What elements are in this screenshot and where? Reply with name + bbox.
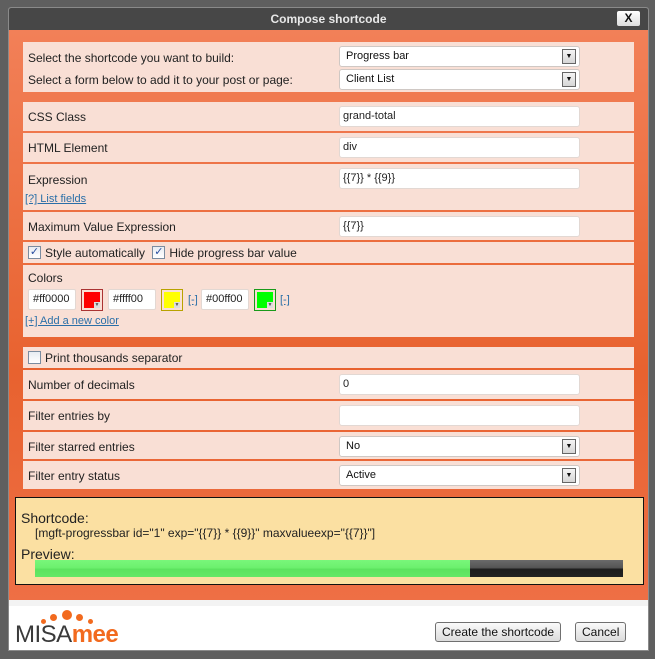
chevron-down-icon[interactable]: ▼ (562, 468, 576, 483)
chevron-down-icon[interactable]: ▼ (562, 49, 576, 64)
shortcode-text: [mgft-progressbar id="1" exp="{{7}} * {{… (35, 526, 376, 540)
cancel-button[interactable]: Cancel (575, 622, 627, 642)
decimals-input[interactable]: 0 (339, 374, 580, 395)
dialog-body: Select the shortcode you want to build: … (9, 30, 648, 600)
max-value-expression-label: Maximum Value Expression (28, 220, 176, 234)
hide-value-checkbox[interactable]: ✓ (152, 246, 166, 260)
expression-row: Expression {{7}} * {{9}} [?] List fields (23, 164, 634, 210)
create-shortcode-button[interactable]: Create the shortcode (435, 622, 562, 642)
shortcode-output-box: Shortcode: [mgft-progressbar id="1" exp=… (15, 497, 644, 585)
filter-starred-select[interactable]: No ▼ (339, 436, 580, 457)
remove-color-3-link[interactable]: [-] (280, 294, 290, 306)
form-select-label: Select a form below to add it to your po… (28, 73, 293, 87)
hide-value-label: Hide progress bar value (169, 245, 297, 260)
color-input-2[interactable]: #ffff00 (108, 289, 156, 310)
filter-starred-value: No (346, 440, 361, 452)
shortcode-select-value: Progress bar (346, 50, 409, 62)
chevron-down-icon[interactable]: ▼ (562, 72, 576, 87)
color-picker-2[interactable]: ▼ (161, 289, 183, 311)
html-element-label: HTML Element (28, 141, 108, 155)
close-button[interactable]: X (617, 11, 640, 26)
filter-status-label: Filter entry status (28, 469, 121, 483)
shortcode-select-label: Select the shortcode you want to build: (28, 51, 235, 65)
filter-status-row: Filter entry status Active ▼ (23, 461, 634, 489)
add-color-link[interactable]: [+] Add a new color (25, 315, 119, 327)
thousands-separator-checkbox[interactable] (28, 351, 41, 365)
logo-text-part2: mee (71, 621, 119, 648)
style-automatically-label: Style automatically (45, 245, 146, 260)
color-picker-1[interactable]: ▼ (81, 289, 103, 311)
thousands-separator: Print thousands separator (28, 350, 186, 365)
dialog-title: Compose shortcode (270, 12, 387, 26)
html-element-input[interactable]: div (339, 137, 580, 158)
filter-entries-label: Filter entries by (28, 409, 111, 423)
thousands-separator-label: Print thousands separator (45, 350, 183, 365)
css-class-input[interactable]: grand-total (339, 106, 580, 127)
style-options-row: ✓ Style automatically ✓ Hide progress bar … (23, 242, 634, 263)
compose-shortcode-dialog: Compose shortcode X Select the shortcode… (8, 7, 649, 651)
close-icon: X (624, 11, 633, 25)
style-automatically-checkbox[interactable]: ✓ (28, 246, 41, 260)
selectors-panel: Select the shortcode you want to build: … (23, 42, 634, 92)
dialog-titlebar: Compose shortcode X (9, 8, 648, 30)
css-class-label: CSS Class (28, 110, 87, 124)
color-picker-3[interactable]: ▼ (254, 289, 276, 311)
form-select-value: Client List (346, 73, 395, 85)
filter-status-select[interactable]: Active ▼ (339, 465, 580, 486)
thousands-separator-row: Print thousands separator (23, 347, 634, 368)
list-fields-link[interactable]: [?] List fields (25, 193, 86, 205)
form-select[interactable]: Client List ▼ (339, 69, 580, 90)
colors-label: Colors (28, 271, 63, 285)
colors-row: Colors #ff0000 ▼ #ffff00 ▼ [-] #00ff00 ▼… (23, 265, 634, 337)
shortcode-title: Shortcode: (21, 510, 89, 526)
chevron-down-icon[interactable]: ▼ (562, 439, 576, 454)
preview-progress-bar (35, 560, 623, 577)
max-value-expression-input[interactable]: {{7}} (339, 216, 580, 237)
html-element-row: HTML Element div (23, 133, 634, 162)
shortcode-select[interactable]: Progress bar ▼ (339, 46, 580, 67)
filter-entries-input[interactable] (339, 405, 580, 426)
decimals-label: Number of decimals (28, 378, 135, 392)
misamee-logo: MISAmee (13, 607, 143, 650)
logo-text: MISAmee (15, 621, 119, 649)
expression-input[interactable]: {{7}} * {{9}} (339, 168, 580, 189)
chevron-down-icon: ▼ (94, 302, 100, 308)
expression-label: Expression (28, 173, 88, 187)
css-class-row: CSS Class grand-total (23, 102, 634, 131)
filter-starred-label: Filter starred entries (28, 440, 135, 454)
style-options: ✓ Style automatically ✓ Hide progress bar … (28, 245, 301, 260)
decimals-row: Number of decimals 0 (23, 370, 634, 399)
chevron-down-icon: ▼ (174, 302, 180, 308)
color-input-3[interactable]: #00ff00 (201, 289, 249, 310)
filter-starred-row: Filter starred entries No ▼ (23, 432, 634, 459)
max-value-expression-row: Maximum Value Expression {{7}} (23, 212, 634, 240)
color-input-1[interactable]: #ff0000 (28, 289, 76, 310)
filter-entries-row: Filter entries by (23, 401, 634, 430)
remove-color-2-link[interactable]: [-] (188, 294, 198, 306)
chevron-down-icon: ▼ (267, 302, 273, 308)
filter-status-value: Active (346, 469, 376, 481)
preview-progress-fill (35, 560, 471, 577)
logo-text-part1: MISA (15, 621, 72, 648)
dialog-footer: MISAmee Create the shortcode Cancel (9, 600, 648, 650)
